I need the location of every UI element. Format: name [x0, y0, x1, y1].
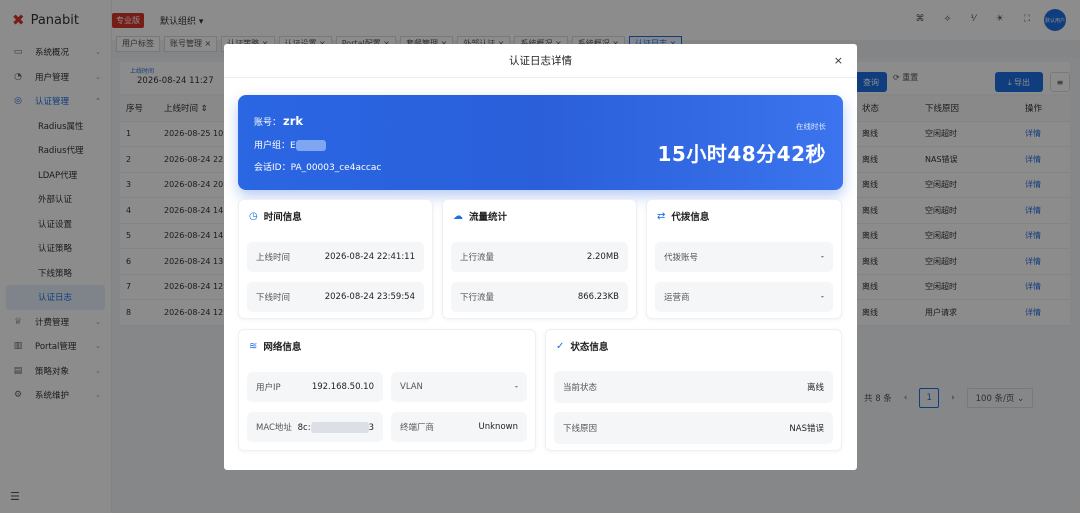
offline-reason-field: 下线原因 NAS错误 — [554, 412, 833, 444]
field-value: 866.23KB — [577, 292, 619, 302]
current-status-field: 当前状态 离线 — [554, 371, 833, 403]
user-ip-field: 用户IP 192.168.50.10 — [247, 372, 383, 402]
card-header: ◷ 时间信息 — [239, 200, 432, 232]
network-info-card: ≋ 网络信息 用户IP 192.168.50.10 VLAN - MAC地址 8c: 3 … — [238, 329, 536, 451]
isp-field: 运营商 - — [655, 282, 833, 312]
field-label: MAC地址 — [256, 423, 292, 433]
field-value: 2026-08-24 22:41:11 — [324, 252, 415, 262]
field-value: Unknown — [478, 422, 518, 432]
field-value: - — [820, 252, 824, 262]
mac-field: MAC地址 8c: 3 — [247, 412, 383, 442]
field-value: NAS错误 — [789, 424, 824, 434]
field-label: 运营商 — [664, 293, 690, 303]
session-label: 会话ID： — [254, 163, 291, 173]
card-title: 时间信息 — [263, 212, 302, 223]
field-label: 终端厂商 — [400, 423, 435, 433]
field-label: 当前状态 — [563, 383, 598, 393]
field-label: 代拨账号 — [664, 253, 699, 263]
auth-log-detail-modal: 认证日志详情 × 账号： zrk 用户组：E 会话ID：PA_00003_ce4a… — [224, 44, 857, 470]
account-label: 账号： — [254, 118, 282, 128]
field-label: 下线时间 — [256, 293, 291, 303]
wifi-icon: ≋ — [249, 340, 258, 352]
card-title: 流量统计 — [469, 212, 508, 223]
session-line: 会话ID：PA_00003_ce4accac — [254, 160, 381, 173]
card-title: 代拨信息 — [671, 212, 710, 223]
field-value: 8c: 3 — [297, 421, 374, 433]
close-icon[interactable]: × — [834, 54, 843, 67]
modal-title: 认证日志详情 — [509, 55, 572, 67]
field-value: 192.168.50.10 — [311, 382, 374, 392]
dial-account-field: 代拨账号 - — [655, 242, 833, 272]
field-value: 离线 — [806, 383, 824, 393]
group-line: 用户组：E — [254, 138, 326, 151]
card-header: ☁ 流量统计 — [443, 200, 636, 232]
cloud-icon: ☁ — [453, 210, 463, 222]
online-time-field: 上线时间 2026-08-24 22:41:11 — [247, 242, 424, 272]
account-line: 账号： zrk — [254, 114, 303, 128]
offline-time-field: 下线时间 2026-08-24 23:59:54 — [247, 282, 424, 312]
mac-suffix: 3 — [368, 422, 374, 433]
download-field: 下行流量 866.23KB — [451, 282, 628, 312]
redacted-mask — [295, 140, 326, 151]
upload-field: 上行流量 2.20MB — [451, 242, 628, 272]
session-id: PA_00003_ce4accac — [290, 163, 382, 173]
field-label: 上行流量 — [460, 253, 495, 263]
group-label: 用户组： — [254, 141, 291, 151]
field-label: 下线原因 — [563, 424, 598, 434]
field-value: 2.20MB — [586, 252, 619, 262]
clock-icon: ◷ — [249, 210, 258, 222]
card-header: ≋ 网络信息 — [239, 330, 535, 362]
vendor-field: 终端厂商 Unknown — [391, 412, 527, 442]
time-info-card: ◷ 时间信息 上线时间 2026-08-24 22:41:11 下线时间 2026-0… — [238, 199, 433, 319]
field-value: - — [514, 382, 518, 392]
field-value: - — [820, 292, 824, 302]
online-duration: 15小时48分42秒 — [657, 142, 826, 166]
field-label: 下行流量 — [460, 293, 495, 303]
traffic-stats-card: ☁ 流量统计 上行流量 2.20MB 下行流量 866.23KB — [442, 199, 637, 319]
field-label: VLAN — [400, 382, 423, 392]
field-value: 2026-08-24 23:59:54 — [324, 292, 415, 302]
swap-icon: ⇄ — [657, 210, 666, 222]
mac-prefix: 8c: — [297, 422, 311, 433]
dial-info-card: ⇄ 代拨信息 代拨账号 - 运营商 - — [646, 199, 842, 319]
status-info-card: ✓ 状态信息 当前状态 离线 下线原因 NAS错误 — [545, 329, 842, 451]
card-header: ⇄ 代拨信息 — [647, 200, 841, 232]
session-summary-card: 账号： zrk 用户组：E 会话ID：PA_00003_ce4accac 在线时长… — [238, 95, 843, 190]
field-label: 用户IP — [256, 383, 281, 393]
group-value: E — [290, 141, 296, 151]
modal-header: 认证日志详情 × — [224, 44, 857, 78]
duration-label: 在线时长 — [796, 122, 826, 131]
card-header: ✓ 状态信息 — [546, 330, 841, 362]
field-label: 上线时间 — [256, 253, 291, 263]
account-value: zrk — [283, 114, 304, 128]
card-title: 网络信息 — [263, 342, 302, 353]
vlan-field: VLAN - — [391, 372, 527, 402]
card-title: 状态信息 — [570, 342, 609, 353]
redacted-mask — [310, 421, 369, 433]
check-circle-icon: ✓ — [556, 340, 565, 352]
